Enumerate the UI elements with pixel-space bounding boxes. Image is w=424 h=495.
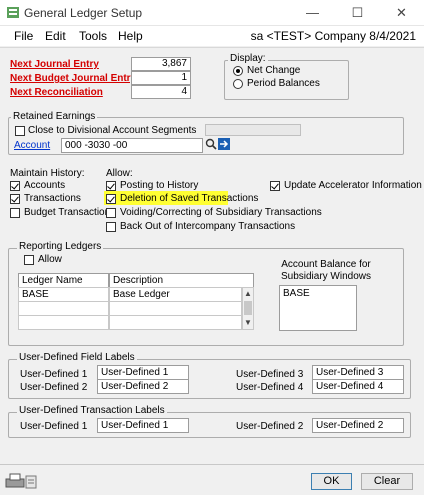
ledger-name-header[interactable]: Ledger Name — [18, 273, 109, 288]
ud4-input[interactable]: User-Defined 4 — [312, 379, 404, 394]
printer-icon[interactable] — [4, 472, 38, 490]
app-icon — [7, 7, 19, 18]
user-defined-field-labels-title: User-Defined Field Labels — [17, 352, 137, 363]
title-bar: General Ledger Setup — ☐ ✕ — [0, 0, 424, 26]
ledger-name-cell[interactable]: BASE — [18, 287, 109, 302]
account-balance-list[interactable]: BASE — [279, 285, 357, 331]
segment-field — [205, 124, 301, 136]
net-change-label: Net Change — [247, 65, 301, 76]
menu-edit[interactable]: Edit — [45, 29, 66, 43]
ledger-name-cell[interactable] — [18, 315, 109, 330]
ud2-label: User-Defined 2 — [20, 382, 88, 393]
allow-reporting-label: Allow — [38, 254, 62, 265]
company-info: sa <TEST> Company 8/4/2021 — [250, 29, 416, 43]
setup-form: Next Journal Entry 3,867 Next Budget Jou… — [0, 47, 424, 495]
account-link[interactable]: Account — [14, 140, 50, 151]
menu-tools[interactable]: Tools — [79, 29, 107, 43]
account-balance-item[interactable]: BASE — [283, 288, 310, 299]
update-accelerator-label: Update Accelerator Information — [284, 180, 422, 191]
close-divisional-checkbox[interactable] — [15, 126, 25, 136]
radio-net-change[interactable] — [233, 66, 243, 76]
menu-help[interactable]: Help — [118, 29, 143, 43]
description-cell[interactable] — [109, 315, 242, 330]
backout-label: Back Out of Intercompany Transactions — [120, 221, 296, 232]
window-title: General Ledger Setup — [24, 6, 143, 20]
ud4-label: User-Defined 4 — [236, 382, 304, 393]
next-budget-label: Next Budget Journal Entry — [10, 73, 137, 84]
radio-period-balances[interactable] — [233, 79, 243, 89]
next-reconciliation-input[interactable]: 4 — [131, 85, 191, 99]
posting-history-label: Posting to History — [120, 180, 199, 191]
user-defined-transaction-labels-title: User-Defined Transaction Labels — [17, 405, 167, 416]
next-reconciliation-label: Next Reconciliation — [10, 87, 103, 98]
close-divisional-label: Close to Divisional Account Segments — [28, 125, 197, 136]
account-input[interactable]: 000 -3030 -00 — [61, 138, 203, 153]
menu-bar: File Edit Tools Help sa <TEST> Company 8… — [0, 26, 424, 46]
transactions-history-checkbox[interactable] — [10, 194, 20, 204]
budget-history-checkbox[interactable] — [10, 208, 20, 218]
account-balance-label: Account Balance for Subsidiary Windows — [280, 259, 372, 282]
udt1-label: User-Defined 1 — [20, 421, 88, 432]
maintain-history-title: Maintain History: — [10, 168, 85, 179]
accounts-history-label: Accounts — [24, 180, 66, 191]
allow-reporting-checkbox[interactable] — [24, 255, 34, 265]
description-header[interactable]: Description — [109, 273, 254, 288]
posting-history-checkbox[interactable] — [106, 181, 116, 191]
reporting-ledgers-title: Reporting Ledgers — [17, 241, 104, 252]
voiding-label: Voiding/Correcting of Subsidiary Transac… — [120, 207, 322, 218]
backout-checkbox[interactable] — [106, 222, 116, 232]
next-journal-label: Next Journal Entry — [10, 59, 99, 70]
scroll-thumb[interactable] — [244, 301, 252, 315]
deletion-saved-label: Deletion of Saved Transactions — [120, 193, 259, 204]
next-budget-input[interactable]: 1 — [131, 71, 191, 85]
voiding-checkbox[interactable] — [106, 208, 116, 218]
budget-history-label: Budget Transactions — [24, 207, 116, 218]
next-journal-input[interactable]: 3,867 — [131, 57, 191, 71]
period-balances-label: Period Balances — [247, 78, 320, 89]
deletion-saved-checkbox[interactable] — [106, 194, 116, 204]
ok-button[interactable]: OK — [311, 473, 352, 490]
udt2-label: User-Defined 2 — [236, 421, 304, 432]
transactions-history-label: Transactions — [24, 193, 81, 204]
ud3-input[interactable]: User-Defined 3 — [312, 365, 404, 380]
description-cell[interactable]: Base Ledger — [109, 287, 242, 302]
scroll-down-icon[interactable]: ▼ — [243, 317, 253, 329]
close-button[interactable]: ✕ — [379, 0, 424, 26]
accounts-history-checkbox[interactable] — [10, 181, 20, 191]
update-accelerator-checkbox[interactable] — [270, 181, 280, 191]
grid-scrollbar[interactable]: ▲ ▼ — [242, 287, 254, 330]
scroll-up-icon[interactable]: ▲ — [243, 288, 253, 300]
udt1-input[interactable]: User-Defined 1 — [97, 418, 189, 433]
arrow-right-icon[interactable] — [218, 137, 230, 152]
retained-earnings-title: Retained Earnings — [11, 111, 98, 122]
ud3-label: User-Defined 3 — [236, 369, 304, 380]
description-cell[interactable] — [109, 301, 242, 316]
clear-button[interactable]: Clear — [361, 473, 413, 490]
ud1-label: User-Defined 1 — [20, 369, 88, 380]
bottom-divider — [0, 464, 424, 465]
udt2-input[interactable]: User-Defined 2 — [312, 418, 404, 433]
ud2-input[interactable]: User-Defined 2 — [97, 379, 189, 394]
ud1-input[interactable]: User-Defined 1 — [97, 365, 189, 380]
menu-file[interactable]: File — [14, 29, 33, 43]
ledger-name-cell[interactable] — [18, 301, 109, 316]
allow-title: Allow: — [106, 168, 133, 179]
maximize-button[interactable]: ☐ — [335, 0, 380, 26]
minimize-button[interactable]: — — [290, 0, 335, 26]
display-title: Display: — [228, 53, 268, 64]
search-icon[interactable] — [205, 137, 217, 152]
